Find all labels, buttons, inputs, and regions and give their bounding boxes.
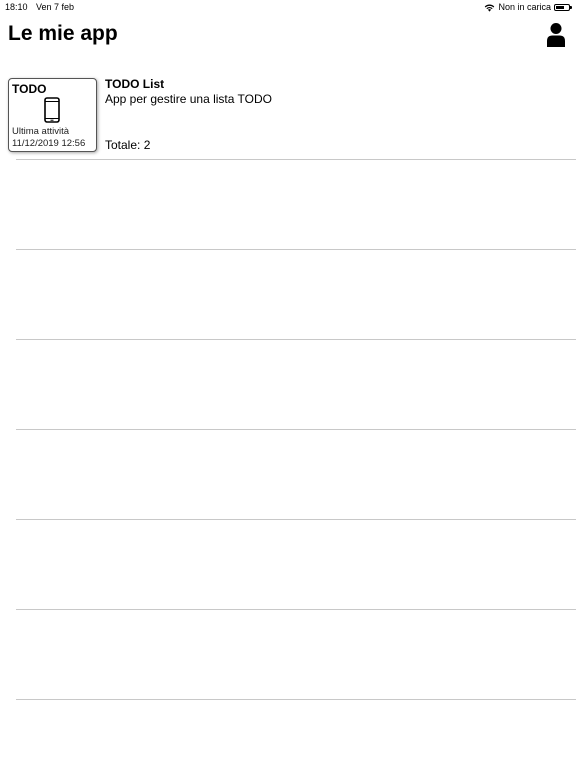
status-date: Ven 7 feb <box>36 2 75 12</box>
empty-row <box>0 430 576 520</box>
empty-row <box>0 250 576 340</box>
empty-row <box>0 610 576 700</box>
status-time: 18:10 <box>5 2 28 12</box>
last-activity-label: Ultima attività <box>12 126 70 137</box>
app-card[interactable]: TODO Ultima attività 11/12/2019 12:56 <box>8 78 97 152</box>
empty-row <box>0 340 576 430</box>
status-bar: 18:10 Ven 7 feb Non in carica <box>0 0 576 14</box>
battery-icon <box>554 3 572 11</box>
empty-row <box>0 520 576 610</box>
app-description: App per gestire una lista TODO <box>105 92 272 106</box>
header: Le mie app <box>0 14 576 62</box>
status-right: Non in carica <box>484 0 572 14</box>
empty-row <box>0 160 576 250</box>
wifi-icon <box>485 4 495 12</box>
page-title: Le mie app <box>8 22 118 45</box>
list-item[interactable]: TODO Ultima attività 11/12/2019 12:56 TO… <box>0 70 576 160</box>
smartphone-icon <box>44 97 60 123</box>
app-list: TODO Ultima attività 11/12/2019 12:56 TO… <box>0 70 576 700</box>
charging-status: Non in carica <box>498 2 551 12</box>
app-card-code: TODO <box>12 82 47 96</box>
app-total: Totale: 2 <box>105 138 151 152</box>
app-name: TODO List <box>105 77 165 91</box>
user-icon[interactable] <box>546 22 566 48</box>
row-divider <box>16 699 576 700</box>
last-activity-date: 11/12/2019 12:56 <box>12 138 86 149</box>
